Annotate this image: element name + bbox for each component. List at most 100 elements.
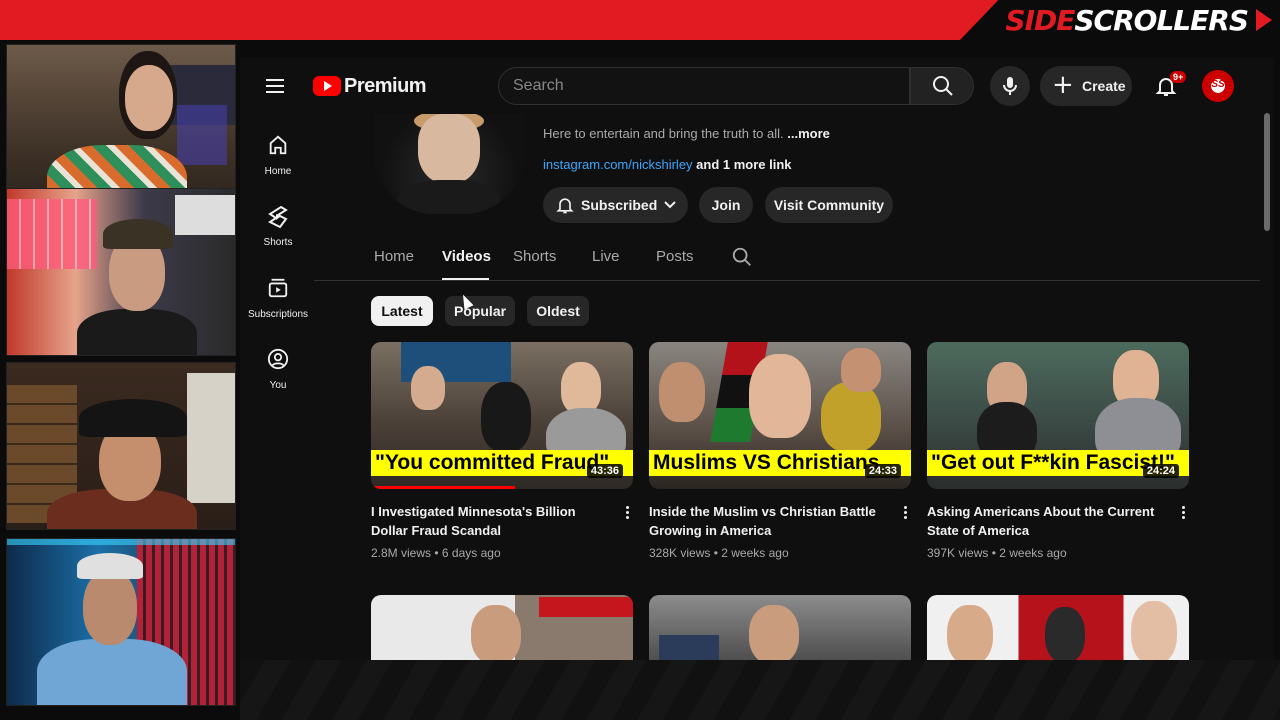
channel-avatar-face	[418, 114, 480, 184]
menu-icon-bar	[266, 85, 284, 87]
brand-logo-side: SIDE	[1005, 4, 1075, 37]
video-thumbnail[interactable]: "Get out F**kin Fascist!" 24:24	[927, 342, 1189, 489]
more-vert-icon-dot	[1181, 511, 1185, 514]
sidebar-item-label: Home	[264, 166, 292, 177]
video-metadata: 2.8M views • 6 days ago	[371, 546, 501, 560]
tab-videos[interactable]: Videos	[442, 248, 491, 265]
menu-button[interactable]	[266, 76, 290, 96]
thumbnail-person	[947, 605, 993, 660]
video-thumbnail[interactable]: Muslims VS Christians 24:33	[649, 342, 911, 489]
chevron-down-icon	[664, 201, 676, 209]
search-input[interactable]	[513, 68, 893, 104]
brand-logo: SIDESCROLLERS	[1005, 4, 1249, 37]
create-button[interactable]: + Create	[1040, 66, 1132, 106]
video-duration: 24:24	[1142, 464, 1179, 478]
youtube-logo-text: Premium	[344, 75, 427, 97]
video-duration: 24:33	[864, 464, 901, 478]
thumbnail-person	[841, 348, 881, 392]
notification-count-badge: 9+	[1170, 71, 1187, 83]
filter-chip-latest[interactable]: Latest	[371, 296, 433, 326]
watch-progress-bar	[371, 486, 516, 489]
video-metadata: 328K views • 2 weeks ago	[649, 546, 789, 560]
sidebar-item-shorts[interactable]: Shorts	[240, 205, 316, 269]
thumbnail-person	[411, 366, 445, 410]
search-icon	[933, 76, 953, 96]
video-menu-button[interactable]	[621, 504, 633, 524]
notifications-button[interactable]: 9+	[1146, 66, 1187, 106]
more-links-link[interactable]: and 1 more link	[696, 157, 791, 172]
thumbnail-person	[1131, 601, 1177, 660]
webcam-1	[6, 44, 236, 212]
tab-home[interactable]: Home	[374, 248, 414, 265]
webcam-3	[6, 362, 236, 530]
channel-description-text: Here to entertain and bring the truth to…	[543, 126, 784, 141]
tab-posts[interactable]: Posts	[656, 248, 694, 265]
join-button[interactable]: Join	[699, 187, 753, 223]
search-button[interactable]	[910, 67, 974, 105]
menu-icon	[266, 79, 284, 81]
video-age: 6 days ago	[441, 546, 501, 560]
video-duration: 43:36	[586, 464, 623, 478]
bell-icon	[556, 198, 574, 214]
brand-logo-scrollers: SCROLLERS	[1074, 4, 1249, 37]
active-tab-indicator	[442, 278, 489, 280]
video-age: 2 weeks ago	[999, 546, 1067, 560]
video-age: 2 weeks ago	[721, 546, 789, 560]
channel-search-icon[interactable]	[731, 246, 753, 268]
video-views: 397K views	[927, 546, 989, 560]
masthead: Premium + Create 9+ SS	[240, 58, 1274, 114]
video-title[interactable]: Asking Americans About the Current State…	[927, 502, 1163, 540]
thumbnail-banner	[539, 597, 633, 617]
video-title[interactable]: I Investigated Minnesota's Billion Dolla…	[371, 502, 607, 540]
search-box	[498, 67, 910, 105]
sidebar-item-subscriptions[interactable]: Subscriptions	[240, 277, 316, 341]
shorts-icon	[268, 205, 288, 229]
more-vert-icon-dot	[625, 516, 629, 519]
webcam-2	[6, 188, 236, 356]
more-vert-icon-dot	[1181, 516, 1185, 519]
video-thumbnail[interactable]: "You committed Fraud" 43:36	[371, 342, 633, 489]
filter-chip-oldest[interactable]: Oldest	[527, 296, 589, 326]
page-scrollbar[interactable]	[1264, 113, 1270, 633]
description-more-link[interactable]: ...more	[787, 126, 830, 141]
tab-live[interactable]: Live	[592, 248, 620, 265]
video-thumbnail-partial[interactable]	[371, 595, 633, 660]
sidebar-item-you[interactable]: You	[240, 348, 316, 412]
video-menu-button[interactable]	[899, 504, 911, 524]
youtube-play-icon	[313, 76, 341, 96]
tab-shorts[interactable]: Shorts	[513, 248, 556, 265]
video-card[interactable]: Muslims VS Christians 24:33 Inside the M…	[649, 342, 911, 572]
youtube-window: Premium + Create 9+ SS	[240, 58, 1274, 660]
more-vert-icon-dot	[903, 511, 907, 514]
filter-chip-popular[interactable]: Popular	[445, 296, 515, 326]
channel-avatar[interactable]	[374, 114, 524, 214]
video-views: 2.8M views	[371, 546, 432, 560]
create-label: Create	[1082, 78, 1126, 94]
instagram-link[interactable]: instagram.com/nickshirley	[543, 157, 693, 172]
visit-community-button[interactable]: Visit Community	[765, 187, 893, 223]
more-vert-icon	[625, 506, 629, 509]
video-thumbnail-partial[interactable]	[927, 595, 1189, 660]
thumbnail-person	[821, 382, 881, 452]
video-title[interactable]: Inside the Muslim vs Christian Battle Gr…	[649, 502, 885, 540]
you-icon	[267, 348, 289, 370]
thumbnail-person	[749, 354, 811, 438]
video-card[interactable]: "You committed Fraud" 43:36 I Investigat…	[371, 342, 633, 572]
thumbnail-person	[1045, 607, 1085, 660]
video-card[interactable]: "Get out F**kin Fascist!" 24:24 Asking A…	[927, 342, 1189, 572]
sidebar-item-label: You	[269, 380, 287, 391]
more-vert-icon	[903, 506, 907, 509]
account-avatar[interactable]: SS	[1202, 70, 1234, 102]
more-vert-icon-dot	[625, 511, 629, 514]
voice-search-button[interactable]	[990, 66, 1030, 106]
subscribed-button[interactable]: Subscribed	[543, 187, 688, 223]
avatar-initials: SS	[1211, 79, 1225, 90]
thumbnail-scene-object	[659, 635, 719, 660]
video-thumbnail-partial[interactable]	[649, 595, 911, 660]
sidebar-item-home[interactable]: Home	[240, 134, 316, 198]
video-menu-button[interactable]	[1177, 504, 1189, 524]
video-views: 328K views	[649, 546, 711, 560]
menu-icon-bar	[266, 91, 284, 93]
scrollbar-thumb[interactable]	[1264, 113, 1270, 231]
home-icon	[269, 135, 287, 155]
